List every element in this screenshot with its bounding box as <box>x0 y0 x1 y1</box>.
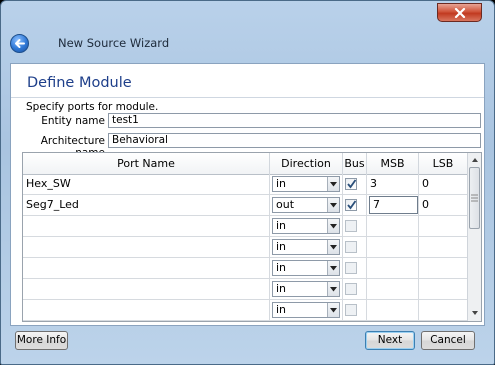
direction-select[interactable]: in <box>272 239 340 255</box>
grip-icon <box>471 194 478 202</box>
table-row[interactable]: in <box>23 258 468 279</box>
scroll-down-icon[interactable] <box>469 308 481 318</box>
direction-select[interactable]: in <box>272 260 340 276</box>
page-subtitle: Specify ports for module. <box>26 101 159 113</box>
ports-table: Port Name Direction Bus MSB LSB Hex_SW in… <box>22 152 482 322</box>
scrollbar-thumb[interactable] <box>469 167 480 229</box>
checkmark-icon <box>347 179 357 189</box>
direction-value: out <box>276 198 295 211</box>
dropdown-arrow-button[interactable] <box>327 240 339 254</box>
dropdown-arrow-button[interactable] <box>327 261 339 275</box>
page-heading: Define Module <box>27 75 132 91</box>
port-name-cell[interactable] <box>23 258 270 278</box>
bus-checkbox[interactable] <box>345 241 357 253</box>
table-row[interactable]: in <box>23 300 468 321</box>
table-row[interactable]: Seg7_Led out 7 0 <box>23 195 468 216</box>
column-header-bus[interactable]: Bus <box>343 153 367 174</box>
chevron-down-icon <box>330 266 337 271</box>
chevron-down-icon <box>330 308 337 313</box>
chevron-down-icon <box>330 182 337 187</box>
direction-select[interactable]: in <box>272 218 340 234</box>
chevron-down-icon <box>330 224 337 229</box>
checkmark-icon <box>347 200 357 210</box>
msb-input-active[interactable]: 7 <box>369 196 418 214</box>
direction-value: in <box>276 282 287 295</box>
dropdown-arrow-button[interactable] <box>327 303 339 317</box>
chevron-down-icon <box>330 287 337 292</box>
table-row[interactable]: in <box>23 279 468 300</box>
chevron-down-icon <box>330 245 337 250</box>
entity-name-input[interactable]: test1 <box>108 113 481 128</box>
column-header-lsb[interactable]: LSB <box>419 153 468 174</box>
table-header: Port Name Direction Bus MSB LSB <box>23 153 468 175</box>
msb-cell[interactable] <box>367 279 419 299</box>
bus-checkbox[interactable] <box>345 262 357 274</box>
next-button[interactable]: Next <box>365 331 415 350</box>
chevron-down-icon <box>330 203 337 208</box>
vertical-scrollbar[interactable] <box>467 153 481 321</box>
direction-value: in <box>276 240 287 253</box>
back-arrow-icon <box>15 39 25 48</box>
wizard-window: New Source Wizard Define Module Specify … <box>0 0 495 365</box>
architecture-name-input[interactable]: Behavioral <box>108 133 481 148</box>
window-title: New Source Wizard <box>58 36 170 50</box>
scroll-up-icon[interactable] <box>469 155 481 165</box>
port-name-cell[interactable]: Hex_SW <box>23 174 270 194</box>
direction-value: in <box>276 303 287 316</box>
lsb-cell[interactable] <box>419 279 468 299</box>
back-button[interactable] <box>10 34 29 53</box>
bus-checkbox[interactable] <box>345 178 357 190</box>
table-row[interactable]: Hex_SW in 3 0 <box>23 174 468 195</box>
msb-cell[interactable] <box>367 300 419 320</box>
lsb-cell[interactable]: 0 <box>419 174 468 194</box>
bus-checkbox[interactable] <box>345 220 357 232</box>
close-icon <box>454 8 466 18</box>
more-info-button[interactable]: More Info <box>15 331 68 350</box>
direction-select[interactable]: in <box>272 281 340 297</box>
lsb-cell[interactable] <box>419 258 468 278</box>
direction-select[interactable]: in <box>272 302 340 318</box>
dropdown-arrow-button[interactable] <box>327 198 339 212</box>
port-name-cell[interactable] <box>23 300 270 320</box>
port-name-cell[interactable]: Seg7_Led <box>23 195 270 215</box>
direction-select[interactable]: in <box>272 176 340 192</box>
table-row[interactable]: in <box>23 237 468 258</box>
dropdown-arrow-button[interactable] <box>327 282 339 296</box>
cancel-button[interactable]: Cancel <box>421 331 475 350</box>
msb-cell[interactable] <box>367 258 419 278</box>
table-row[interactable]: in <box>23 216 468 237</box>
column-header-msb[interactable]: MSB <box>367 153 419 174</box>
direction-select[interactable]: out <box>272 197 340 213</box>
direction-value: in <box>276 177 287 190</box>
port-name-cell[interactable] <box>23 216 270 236</box>
wizard-page: Define Module Specify ports for module. … <box>10 63 485 326</box>
entity-name-label: Entity name <box>41 115 105 127</box>
bus-checkbox[interactable] <box>345 199 357 211</box>
lsb-cell[interactable]: 0 <box>419 195 468 215</box>
bus-checkbox[interactable] <box>345 304 357 316</box>
direction-value: in <box>276 219 287 232</box>
lsb-cell[interactable] <box>419 237 468 257</box>
bus-checkbox[interactable] <box>345 283 357 295</box>
msb-cell[interactable] <box>367 216 419 236</box>
port-name-cell[interactable] <box>23 279 270 299</box>
dropdown-arrow-button[interactable] <box>327 219 339 233</box>
direction-value: in <box>276 261 287 274</box>
lsb-cell[interactable] <box>419 300 468 320</box>
msb-cell[interactable]: 3 <box>367 174 419 194</box>
header-divider <box>11 97 484 98</box>
column-header-port-name[interactable]: Port Name <box>23 153 270 174</box>
column-header-direction[interactable]: Direction <box>270 153 343 174</box>
msb-cell[interactable] <box>367 237 419 257</box>
dropdown-arrow-button[interactable] <box>327 177 339 191</box>
title-bar: New Source Wizard <box>1 1 494 63</box>
port-name-cell[interactable] <box>23 237 270 257</box>
close-button[interactable] <box>437 3 482 22</box>
lsb-cell[interactable] <box>419 216 468 236</box>
